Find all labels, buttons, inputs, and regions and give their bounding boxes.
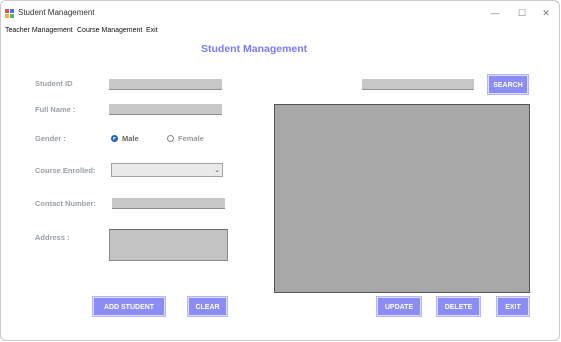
app-window: Student Management — ☐ ✕ Teacher Managem… (0, 0, 560, 341)
radio-checked-icon (111, 135, 118, 142)
minimize-button[interactable]: — (488, 7, 502, 19)
full-name-label: Full Name : (35, 105, 76, 114)
delete-button[interactable]: DELETE (437, 297, 480, 316)
menu-bar: Teacher Management Course Management Exi… (1, 26, 559, 37)
contact-number-input[interactable] (112, 198, 225, 209)
search-input[interactable] (362, 79, 474, 90)
student-id-label: Student ID (35, 79, 73, 88)
close-button[interactable]: ✕ (539, 7, 553, 19)
gender-label: Gender : (35, 134, 66, 143)
radio-unchecked-icon (167, 135, 174, 142)
address-input[interactable] (109, 229, 228, 261)
menu-teacher-management[interactable]: Teacher Management (5, 27, 73, 34)
menu-course-management[interactable]: Course Management (77, 27, 142, 34)
maximize-button[interactable]: ☐ (515, 7, 529, 19)
course-enrolled-select[interactable]: ⌄ (111, 163, 223, 177)
search-button[interactable]: SEARCH (488, 75, 528, 94)
exit-button[interactable]: EXIT (497, 297, 529, 316)
student-data-grid[interactable] (274, 104, 530, 293)
clear-button[interactable]: CLEAR (188, 297, 227, 316)
add-student-button[interactable]: ADD STUDENT (93, 297, 165, 316)
contact-number-label: Contact Number: (35, 199, 96, 208)
gender-male-radio[interactable]: Male (111, 134, 139, 143)
gender-female-radio[interactable]: Female (167, 134, 204, 143)
student-id-input[interactable] (109, 79, 222, 90)
title-bar[interactable]: Student Management — ☐ ✕ (1, 1, 559, 25)
gender-male-label: Male (122, 134, 139, 143)
chevron-down-icon[interactable]: ⌄ (214, 165, 220, 176)
page-title: Student Management (201, 43, 308, 55)
address-label: Address : (35, 233, 70, 242)
update-button[interactable]: UPDATE (377, 297, 421, 316)
menu-exit[interactable]: Exit (146, 27, 158, 34)
gender-female-label: Female (178, 134, 204, 143)
student-management-icon (5, 9, 14, 18)
full-name-input[interactable] (109, 104, 222, 115)
window-title: Student Management (18, 8, 95, 17)
course-enrolled-label: Course Enrolled: (35, 166, 96, 175)
